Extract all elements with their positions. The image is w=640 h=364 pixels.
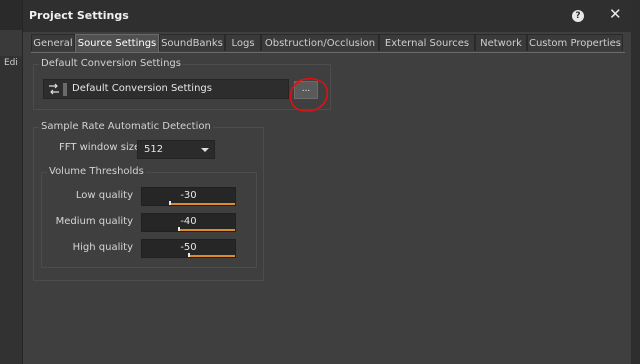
- medium-quality-slider[interactable]: -40: [141, 213, 236, 232]
- slider-fill: [170, 203, 235, 205]
- default-conversion-field[interactable]: Default Conversion Settings: [43, 79, 289, 99]
- high-quality-value: -50: [180, 242, 197, 253]
- tab-external-sources[interactable]: External Sources: [379, 34, 475, 51]
- tab-general[interactable]: General: [31, 34, 75, 51]
- high-quality-label: High quality: [72, 242, 133, 253]
- slider-fill: [189, 255, 235, 257]
- medium-quality-label: Medium quality: [55, 216, 133, 227]
- conversion-settings-icon: [49, 83, 59, 95]
- help-icon[interactable]: ?: [572, 10, 584, 22]
- tab-soundbanks[interactable]: SoundBanks: [159, 34, 225, 51]
- tab-logs[interactable]: Logs: [225, 34, 261, 51]
- default-conversion-value: Default Conversion Settings: [72, 83, 212, 94]
- title-bar[interactable]: Project Settings ? ✕: [23, 0, 631, 32]
- project-settings-dialog: Project Settings ? ✕ General Source Sett…: [22, 0, 631, 364]
- tab-underline: [31, 52, 625, 53]
- field-separator: [63, 83, 67, 96]
- fft-window-size-select[interactable]: 512: [137, 140, 215, 159]
- slider-fill: [179, 229, 235, 231]
- close-icon[interactable]: ✕: [609, 7, 622, 22]
- tab-network[interactable]: Network: [475, 34, 527, 51]
- fft-window-size-label: FFT window size: [59, 142, 141, 153]
- low-quality-label: Low quality: [75, 190, 133, 201]
- tab-source-settings[interactable]: Source Settings: [75, 34, 159, 52]
- fft-window-size-value: 512: [144, 144, 164, 155]
- low-quality-slider[interactable]: -30: [141, 187, 236, 206]
- sample-rate-group-label: Sample Rate Automatic Detection: [39, 121, 213, 132]
- dialog-title: Project Settings: [29, 9, 129, 22]
- default-conversion-group-label: Default Conversion Settings: [39, 58, 183, 69]
- chevron-down-icon: [201, 148, 209, 152]
- low-quality-value: -30: [180, 190, 197, 201]
- slider-handle[interactable]: [178, 227, 180, 231]
- tab-obstruction-occlusion[interactable]: Obstruction/Occlusion: [261, 34, 379, 51]
- tab-custom-properties[interactable]: Custom Properties: [527, 34, 623, 51]
- background-edit-label: Edi: [4, 58, 18, 68]
- red-annotation-circle: [289, 77, 329, 112]
- slider-handle[interactable]: [169, 201, 171, 205]
- high-quality-slider[interactable]: -50: [141, 239, 236, 258]
- slider-handle[interactable]: [188, 253, 190, 257]
- tab-bar: General Source Settings SoundBanks Logs …: [31, 34, 623, 52]
- volume-thresholds-group-label: Volume Thresholds: [47, 166, 146, 177]
- medium-quality-value: -40: [180, 216, 197, 227]
